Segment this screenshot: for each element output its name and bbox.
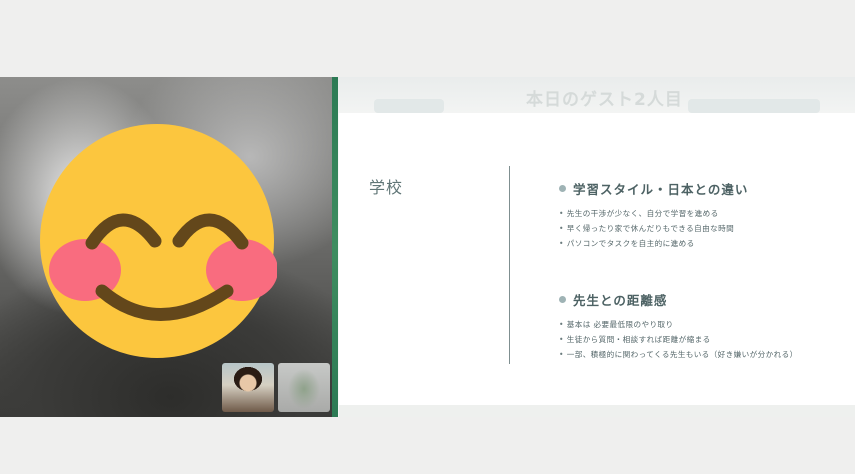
list-item: 一部、積極的に関わってくる先生もいる（好き嫌いが分かれる） <box>559 348 798 363</box>
main-video-feed[interactable] <box>0 77 333 417</box>
slide-bottom-band <box>339 405 855 417</box>
divider-line <box>509 166 510 364</box>
slide-title: 学校 <box>369 178 404 197</box>
heading-bullet-icon <box>559 185 566 192</box>
participant-thumbnail-2[interactable] <box>278 363 330 412</box>
section-teacher-distance: 先生との距離感 基本は 必要最低限のやり取り 生徒から質問・相談すれば距離が縮ま… <box>559 290 798 362</box>
smiling-face-emoji-icon <box>40 124 277 358</box>
section-heading: 学習スタイル・日本との違い <box>559 179 748 198</box>
section-heading-text: 先生との距離感 <box>573 293 668 308</box>
faded-slide-title: 本日のゲスト2人目 <box>526 90 683 110</box>
bullet-list: 先生の干渉が少なく、自分で学習を進める 早く帰ったり家で休んだりもできる自由な時… <box>559 207 748 251</box>
list-item: パソコンでタスクを自主的に進める <box>559 237 748 252</box>
ghost-box <box>374 99 444 113</box>
section-heading: 先生との距離感 <box>559 290 798 309</box>
ghost-box <box>688 99 820 113</box>
list-item: 基本は 必要最低限のやり取り <box>559 318 798 333</box>
slide-top-band: 本日のゲスト2人目 <box>338 77 855 113</box>
list-item: 先生の干渉が少なく、自分で学習を進める <box>559 207 748 222</box>
heading-bullet-icon <box>559 296 566 303</box>
presentation-slide: 学校 学習スタイル・日本との違い 先生の干渉が少なく、自分で学習を進める 早く帰… <box>339 113 855 409</box>
section-learning-style: 学習スタイル・日本との違い 先生の干渉が少なく、自分で学習を進める 早く帰ったり… <box>559 179 748 251</box>
section-heading-text: 学習スタイル・日本との違い <box>573 182 749 197</box>
list-item: 早く帰ったり家で休んだりもできる自由な時間 <box>559 222 748 237</box>
list-item: 生徒から質問・相談すれば距離が縮まる <box>559 333 798 348</box>
participant-thumbnail-1[interactable] <box>222 363 274 412</box>
bullet-list: 基本は 必要最低限のやり取り 生徒から質問・相談すれば距離が縮まる 一部、積極的… <box>559 318 798 362</box>
